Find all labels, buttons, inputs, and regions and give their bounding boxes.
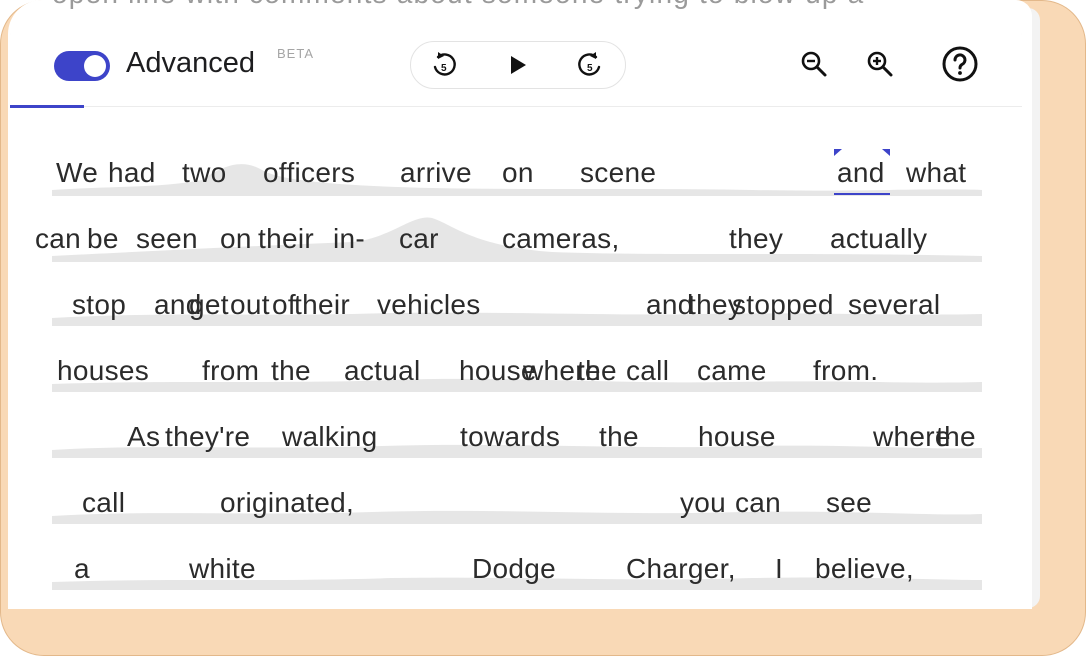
transcript-word[interactable]: you (680, 487, 726, 519)
zoom-out-icon[interactable] (796, 46, 832, 82)
transcript-word[interactable]: cameras, (502, 223, 620, 255)
active-tab-indicator (10, 105, 84, 108)
transcript-word[interactable]: walking (282, 421, 377, 453)
transcript-word[interactable]: can (35, 223, 81, 255)
transcript-word[interactable]: several (848, 289, 940, 321)
svg-text:5: 5 (441, 63, 447, 74)
toolbar: Advanced BETA 5 5 (10, 20, 1022, 106)
svg-text:5: 5 (587, 63, 593, 74)
transcript-word[interactable]: stop (72, 289, 126, 321)
transcript-word[interactable]: white (189, 553, 256, 585)
transcript-word[interactable]: of (272, 289, 296, 321)
toggle-knob (84, 55, 106, 77)
transcript-word[interactable]: see (826, 487, 872, 519)
transcript-word[interactable]: car (399, 223, 439, 255)
transcript-word[interactable]: from (202, 355, 259, 387)
transcript-word[interactable]: on (502, 157, 534, 189)
play-icon[interactable] (502, 49, 534, 81)
transcript-word[interactable]: call (626, 355, 669, 387)
transcript-word[interactable]: vehicles (377, 289, 481, 321)
advanced-toggle[interactable] (54, 51, 110, 81)
transcript-word[interactable]: in- (333, 223, 365, 255)
transcript-word[interactable]: the (271, 355, 311, 387)
transcript-word[interactable]: seen (136, 223, 198, 255)
transcript-word[interactable]: from. (813, 355, 878, 387)
transcript-word[interactable]: actually (830, 223, 927, 255)
transcript-word[interactable]: be (87, 223, 119, 255)
transcript-word[interactable]: officers (263, 157, 355, 189)
transcript-word[interactable]: towards (460, 421, 560, 453)
transcript-word[interactable]: had (108, 157, 156, 189)
transcript-word[interactable]: out (230, 289, 270, 321)
editor-panel: open line with comments about someone tr… (8, 0, 1032, 609)
zoom-in-icon[interactable] (862, 46, 898, 82)
transcript-word[interactable]: the (577, 355, 617, 387)
transcript-word[interactable]: their (258, 223, 314, 255)
forward-5-icon[interactable]: 5 (574, 49, 606, 81)
transcript-word[interactable]: Charger, (626, 553, 736, 585)
transcript-word[interactable]: I (775, 553, 783, 585)
transcript-word[interactable]: originated, (220, 487, 354, 519)
transcript-word[interactable]: on (220, 223, 252, 255)
advanced-label: Advanced (126, 47, 255, 79)
transcript-word[interactable]: Dodge (472, 553, 556, 585)
transcript-word[interactable]: We (56, 157, 98, 189)
transcript-word-selected[interactable]: and (837, 157, 885, 189)
transcript-word[interactable]: their (294, 289, 350, 321)
transcript-word[interactable]: two (182, 157, 226, 189)
transcript-word[interactable]: house (698, 421, 776, 453)
transcript-word[interactable]: a (74, 553, 90, 585)
transcript-word[interactable]: what (906, 157, 966, 189)
background-transcript-text: open line with comments about someone tr… (52, 0, 864, 10)
transcript-word[interactable]: get (189, 289, 229, 321)
transcript-word[interactable]: the (936, 421, 976, 453)
transcript-word[interactable]: houses (57, 355, 149, 387)
playback-controls: 5 5 (410, 41, 626, 89)
transcript-word[interactable]: they (729, 223, 783, 255)
transcript-word[interactable]: actual (344, 355, 421, 387)
transcript-word[interactable]: believe, (815, 553, 914, 585)
transcript-word[interactable]: arrive (400, 157, 472, 189)
rewind-5-icon[interactable]: 5 (428, 49, 460, 81)
transcript-word[interactable]: stopped (732, 289, 834, 321)
transcript-word[interactable]: call (82, 487, 125, 519)
transcript-word[interactable]: As (127, 421, 160, 453)
transcript-word[interactable]: can (735, 487, 781, 519)
beta-badge: BETA (277, 46, 314, 61)
transcript-word[interactable]: scene (580, 157, 656, 189)
transcript-word[interactable]: came (697, 355, 767, 387)
transcript-word[interactable]: and (646, 289, 694, 321)
help-icon[interactable] (940, 44, 980, 84)
transcript-word[interactable]: they're (165, 421, 250, 453)
transcript-word[interactable]: the (599, 421, 639, 453)
